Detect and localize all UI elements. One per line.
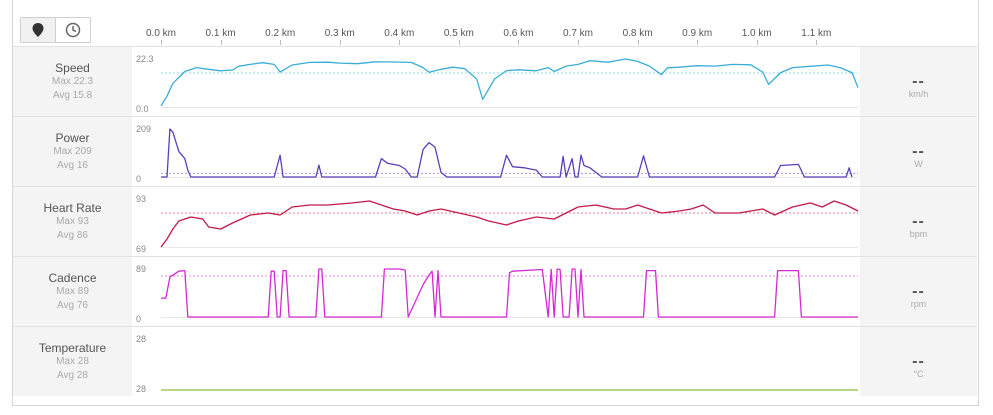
x-tick-label: 1.0 km bbox=[741, 28, 772, 39]
metric-max: Max 89 bbox=[56, 286, 89, 297]
x-tick-label: 0.1 km bbox=[205, 28, 236, 39]
metric-plot-svg: 28 28 bbox=[136, 334, 858, 394]
series-line-power bbox=[161, 128, 853, 178]
x-tick-label: 0.9 km bbox=[682, 28, 713, 39]
metric-row-speed: Speed Max 22.3 Avg 15.8 22.3 0.0 -- km/h bbox=[13, 47, 977, 116]
metric-unit: km/h bbox=[908, 89, 929, 99]
metric-avg: Avg 16 bbox=[57, 160, 88, 171]
metric-current-panel: -- km/h bbox=[860, 47, 977, 116]
metric-label-panel: Cadence Max 89 Avg 76 bbox=[13, 257, 132, 326]
metric-unit: °C bbox=[913, 369, 924, 379]
metric-plot[interactable]: 89 0 bbox=[132, 257, 860, 326]
row-divider bbox=[13, 116, 977, 117]
y-tick-label-min: 28 bbox=[136, 384, 146, 394]
metric-name: Heart Rate bbox=[43, 201, 102, 215]
metric-plot-svg: 2090 bbox=[136, 124, 858, 184]
y-tick-label-min: 0 bbox=[136, 314, 141, 324]
x-tick-mark bbox=[280, 40, 282, 45]
metric-current-panel: -- rpm bbox=[860, 257, 977, 326]
metric-avg: Avg 86 bbox=[57, 230, 88, 241]
metric-label-panel: Speed Max 22.3 Avg 15.8 bbox=[13, 47, 132, 116]
metric-avg: Avg 28 bbox=[57, 370, 88, 381]
x-tick-label: 0.2 km bbox=[265, 28, 296, 39]
x-tick-mark bbox=[518, 40, 520, 45]
metric-plot-svg: 22.3 0.0 bbox=[136, 54, 859, 114]
time-mode-button[interactable] bbox=[56, 18, 90, 42]
metric-row-heart-rate: Heart Rate Max 93 Avg 86 93 69 -- bpm bbox=[13, 187, 977, 256]
x-tick-mark bbox=[339, 40, 341, 45]
y-tick-label-max: 28 bbox=[136, 334, 146, 344]
metric-unit: rpm bbox=[910, 299, 927, 309]
metric-current-panel: -- bpm bbox=[860, 187, 977, 256]
x-tick-mark bbox=[458, 40, 460, 45]
metric-max: Max 28 bbox=[56, 356, 89, 367]
metric-plot[interactable]: 209 0 bbox=[132, 117, 860, 186]
x-tick-mark bbox=[756, 40, 758, 45]
y-tick-label-min: 0 bbox=[136, 174, 141, 184]
metric-row-power: Power Max 209 Avg 16 209 0 -- W bbox=[13, 117, 977, 186]
y-tick-label-max: 93 bbox=[136, 194, 146, 204]
metric-max: Max 209 bbox=[53, 146, 92, 157]
y-tick-label-max: 22.3 bbox=[136, 54, 154, 64]
metric-current-panel: -- W bbox=[860, 117, 977, 186]
metric-plot[interactable]: 22.3 0.0 bbox=[132, 47, 860, 116]
series-line-heart-rate bbox=[160, 200, 859, 248]
x-tick-label: 0.8 km bbox=[622, 28, 653, 39]
x-tick-mark bbox=[161, 40, 162, 45]
metric-avg: Avg 76 bbox=[57, 300, 88, 311]
metric-row-cadence: Cadence Max 89 Avg 76 89 0 -- rpm bbox=[13, 257, 977, 326]
metric-unit: W bbox=[914, 159, 923, 169]
x-tick-label: 0.5 km bbox=[443, 28, 474, 39]
x-tick-mark bbox=[697, 40, 699, 45]
row-divider bbox=[13, 256, 977, 257]
x-tick-label: 0.4 km bbox=[384, 28, 415, 39]
x-axis: 0.0 km 0.1 km 0.2 km 0.3 km 0.4 km 0.5 km 0.6 … bbox=[12, 0, 977, 45]
metric-plot-svg: 93 69 bbox=[136, 194, 859, 254]
metric-avg: Avg 15.8 bbox=[52, 90, 93, 101]
metric-unit: bpm bbox=[909, 229, 928, 239]
metric-current-panel: -- °C bbox=[860, 327, 977, 396]
metric-name: Speed bbox=[55, 61, 90, 75]
x-tick-label: 0.0 km bbox=[145, 28, 177, 39]
metric-max: Max 93 bbox=[56, 216, 89, 227]
row-divider bbox=[13, 326, 977, 327]
metric-name: Power bbox=[55, 131, 90, 145]
row-divider bbox=[13, 186, 977, 187]
x-tick-mark bbox=[637, 40, 639, 45]
row-divider bbox=[13, 46, 977, 47]
metric-row-temperature: Temperature Max 28 Avg 28 28 28 -- °C bbox=[13, 327, 977, 396]
x-tick-mark bbox=[816, 40, 818, 45]
y-tick-label-min: 69 bbox=[136, 244, 146, 254]
x-tick-label: 0.3 km bbox=[324, 28, 355, 39]
y-tick-label-max: 89 bbox=[136, 264, 146, 274]
metric-name: Cadence bbox=[48, 271, 97, 285]
map-pin-icon bbox=[32, 23, 44, 37]
x-axis-mode-toggle bbox=[20, 17, 91, 43]
x-tick-label: 0.6 km bbox=[503, 28, 534, 39]
series-line-speed bbox=[160, 58, 859, 107]
metric-label-panel: Heart Rate Max 93 Avg 86 bbox=[13, 187, 132, 256]
y-tick-label-min: 0.0 bbox=[136, 104, 149, 114]
metric-plot[interactable]: 93 69 bbox=[132, 187, 860, 256]
metric-plot-svg: 89 0 bbox=[136, 264, 858, 324]
metric-max: Max 22.3 bbox=[51, 76, 94, 87]
x-tick-mark bbox=[578, 40, 579, 45]
metric-name: Temperature bbox=[38, 341, 107, 355]
x-tick-mark bbox=[399, 40, 401, 45]
distance-mode-button[interactable] bbox=[21, 18, 56, 42]
y-tick-label-max: 209 bbox=[136, 124, 151, 134]
metric-plot[interactable]: 28 28 bbox=[132, 327, 860, 396]
metric-label-panel: Temperature Max 28 Avg 28 bbox=[13, 327, 132, 396]
x-tick-label: 0.7 km bbox=[562, 28, 594, 39]
clock-icon bbox=[65, 22, 81, 38]
x-tick-label: 1.1 km bbox=[801, 28, 832, 39]
x-tick-mark bbox=[220, 40, 222, 45]
metric-label-panel: Power Max 209 Avg 16 bbox=[13, 117, 132, 186]
